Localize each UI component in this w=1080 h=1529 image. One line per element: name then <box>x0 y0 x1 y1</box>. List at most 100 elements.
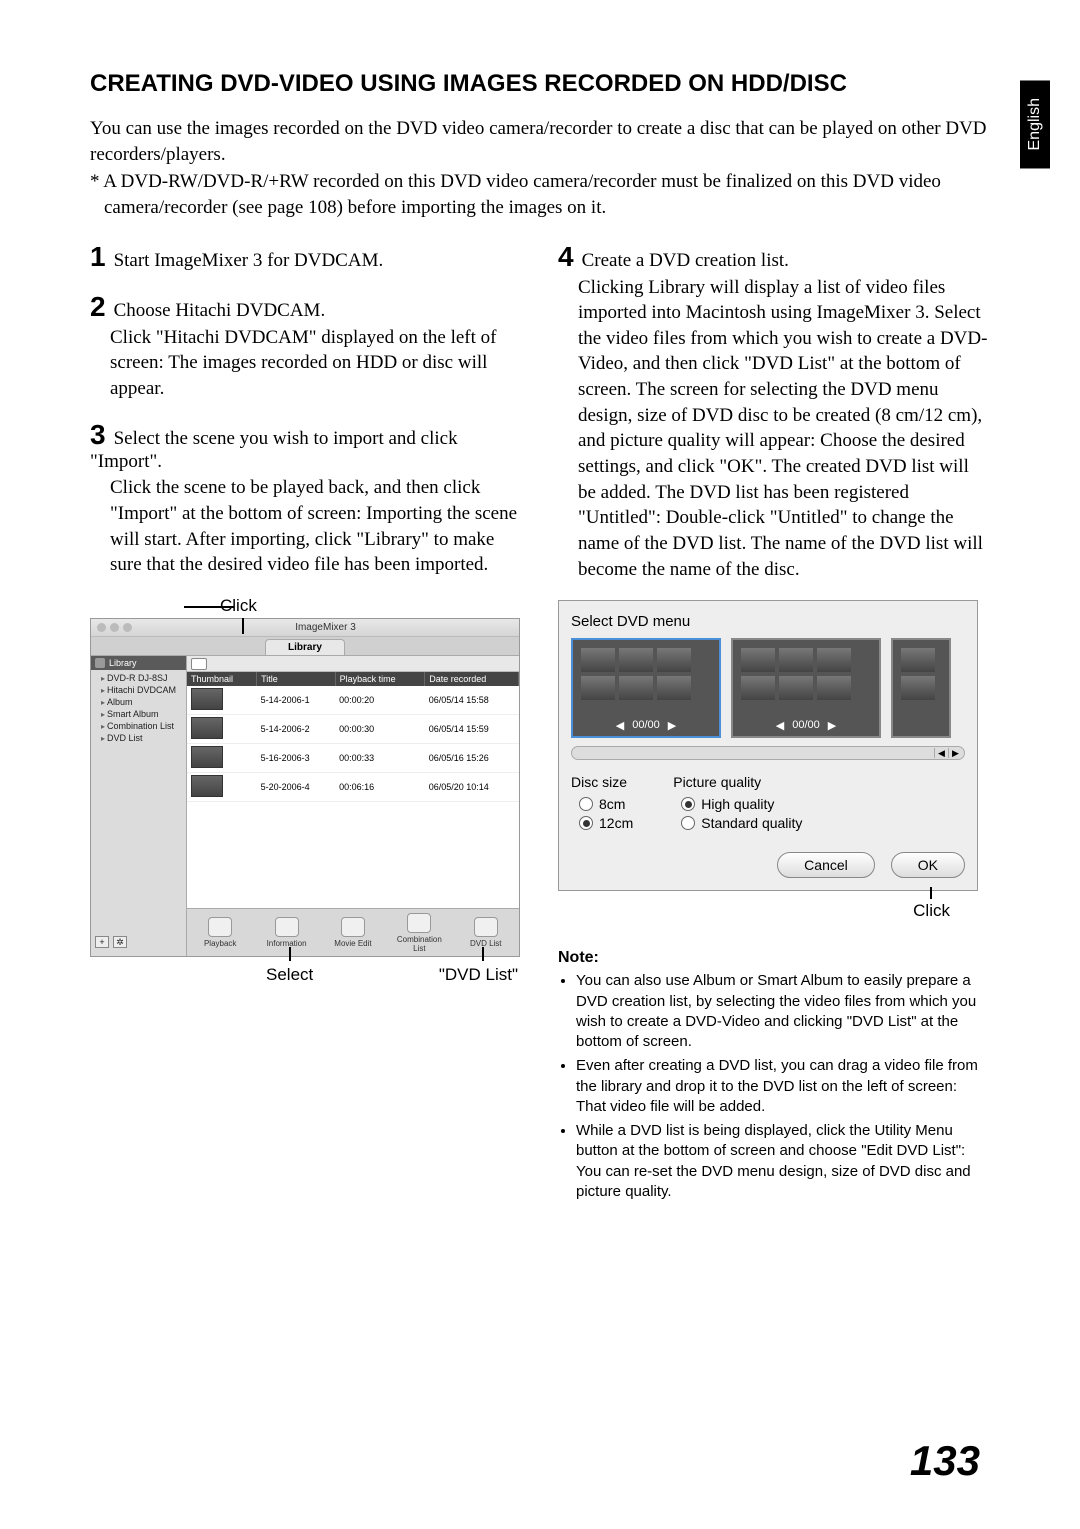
step-number: 3 <box>90 419 106 451</box>
step-lead: Start ImageMixer 3 for DVDCAM. <box>114 250 384 271</box>
note-item: Even after creating a DVD list, you can … <box>576 1056 990 1117</box>
step-number: 2 <box>90 291 106 323</box>
dvd-list-button[interactable]: DVD List <box>458 917 514 948</box>
window-titlebar: ImageMixer 3 <box>91 619 519 637</box>
thumbnail-icon <box>191 775 223 797</box>
col-title[interactable]: Title <box>257 672 336 686</box>
language-tab: English <box>1020 80 1050 168</box>
prev-icon: ◀ <box>616 719 624 732</box>
step-4: 4 Create a DVD creation list. Clicking L… <box>558 241 990 583</box>
table-row[interactable]: 5-16-2006-300:00:3306/05/16 15:26 <box>187 744 519 773</box>
callout-dvdlist: "DVD List" <box>439 965 518 985</box>
bottom-toolbar: Playback Information Movie Edit Combinat… <box>187 908 519 956</box>
thumbnail-icon <box>191 688 223 710</box>
library-screenshot: Click ImageMixer 3 Library Library DVD-R <box>90 596 522 985</box>
radio-12cm[interactable]: 12cm <box>579 815 633 831</box>
step-body: Clicking Library will display a list of … <box>578 275 990 583</box>
library-icon <box>95 658 105 668</box>
left-column: 1 Start ImageMixer 3 for DVDCAM. 2 Choos… <box>90 241 522 1206</box>
radio-icon <box>579 816 593 830</box>
table-row[interactable]: 5-14-2006-200:00:3006/05/14 15:59 <box>187 715 519 744</box>
right-column: 4 Create a DVD creation list. Clicking L… <box>558 241 990 1206</box>
step-number: 4 <box>558 241 574 273</box>
radio-icon <box>681 816 695 830</box>
callout-select: Select <box>266 965 313 985</box>
playback-button[interactable]: Playback <box>192 917 248 948</box>
step-body: Click the scene to be played back, and t… <box>110 475 522 578</box>
disc-size-label: Disc size <box>571 774 633 790</box>
list-icon <box>407 913 431 933</box>
dvd-menu-dialog: Select DVD menu ◀00/00▶ ◀00/00▶ ◀▶ <box>558 600 978 891</box>
step-lead: Choose Hitachi DVDCAM. <box>114 300 326 321</box>
scissors-icon <box>341 917 365 937</box>
play-icon <box>208 917 232 937</box>
radio-high-quality[interactable]: High quality <box>681 796 802 812</box>
step-3: 3 Select the scene you wish to import an… <box>90 419 522 578</box>
col-date-recorded[interactable]: Date recorded <box>425 672 519 686</box>
view-mode-icon[interactable] <box>191 658 207 670</box>
step-lead: Create a DVD creation list. <box>582 250 789 271</box>
step-2: 2 Choose Hitachi DVDCAM. Click "Hitachi … <box>90 291 522 402</box>
intro-paragraph: You can use the images recorded on the D… <box>90 116 990 167</box>
information-button[interactable]: Information <box>259 917 315 948</box>
disc-size-group: Disc size 8cm 12cm <box>571 774 633 834</box>
dialog-header: Select DVD menu <box>571 613 965 630</box>
library-table: Thumbnail Title Playback time Date recor… <box>187 672 519 802</box>
thumbnail-icon <box>191 746 223 768</box>
tab-bar: Library <box>91 637 519 656</box>
step-number: 1 <box>90 241 106 273</box>
ok-button[interactable]: OK <box>891 852 965 878</box>
note-item: You can also use Album or Smart Album to… <box>576 971 990 1052</box>
callout-click: Click <box>220 596 522 616</box>
manual-page: English CREATING DVD-VIDEO USING IMAGES … <box>0 0 1080 1529</box>
next-icon: ▶ <box>828 719 836 732</box>
sidebar-item[interactable]: DVD-R DJ-8SJ <box>101 672 184 684</box>
prev-icon: ◀ <box>776 719 784 732</box>
disc-icon <box>474 917 498 937</box>
tab-library[interactable]: Library <box>265 639 345 655</box>
radio-8cm[interactable]: 8cm <box>579 796 633 812</box>
traffic-lights-icon[interactable] <box>91 623 132 632</box>
picture-quality-label: Picture quality <box>673 774 802 790</box>
intro-footnote: * A DVD-RW/DVD-R/+RW recorded on this DV… <box>90 169 990 220</box>
library-main: Thumbnail Title Playback time Date recor… <box>187 656 519 956</box>
step-1: 1 Start ImageMixer 3 for DVDCAM. <box>90 241 522 273</box>
picture-quality-group: Picture quality High quality Standard qu… <box>673 774 802 834</box>
info-icon <box>275 917 299 937</box>
scroll-left-icon[interactable]: ◀ <box>934 748 948 758</box>
next-icon: ▶ <box>668 719 676 732</box>
sidebar-item[interactable]: Combination List <box>101 720 184 732</box>
page-title: CREATING DVD-VIDEO USING IMAGES RECORDED… <box>90 70 990 98</box>
combination-list-button[interactable]: Combination List <box>391 913 447 953</box>
menu-preview[interactable]: ◀00/00▶ <box>731 638 881 738</box>
sidebar-item[interactable]: DVD List <box>101 732 184 744</box>
cancel-button[interactable]: Cancel <box>777 852 875 878</box>
window-title: ImageMixer 3 <box>132 622 519 633</box>
radio-standard-quality[interactable]: Standard quality <box>681 815 802 831</box>
col-thumbnail[interactable]: Thumbnail <box>187 672 257 686</box>
table-row[interactable]: 5-14-2006-100:00:2006/05/14 15:58 <box>187 686 519 715</box>
radio-icon <box>579 797 593 811</box>
menu-preview[interactable] <box>891 638 951 738</box>
page-number: 133 <box>910 1437 980 1485</box>
step-body: Click "Hitachi DVDCAM" displayed on the … <box>110 325 522 402</box>
scroll-right-icon[interactable]: ▶ <box>948 748 962 758</box>
note-block: Note: You can also use Album or Smart Al… <box>558 949 990 1202</box>
sidebar: Library DVD-R DJ-8SJ Hitachi DVDCAM Albu… <box>91 656 187 956</box>
gear-icon[interactable]: ✲ <box>113 936 127 948</box>
sidebar-item[interactable]: Hitachi DVDCAM <box>101 684 184 696</box>
thumbnail-icon <box>191 717 223 739</box>
sidebar-section-header[interactable]: Library <box>91 656 186 670</box>
note-item: While a DVD list is being displayed, cli… <box>576 1121 990 1202</box>
add-button[interactable]: + <box>95 936 109 948</box>
intro-block: You can use the images recorded on the D… <box>90 116 990 221</box>
sidebar-item[interactable]: Smart Album <box>101 708 184 720</box>
step-lead: Select the scene you wish to import and … <box>90 428 458 472</box>
sidebar-item[interactable]: Album <box>101 696 184 708</box>
horizontal-scrollbar[interactable]: ◀▶ <box>571 746 965 760</box>
menu-preview[interactable]: ◀00/00▶ <box>571 638 721 738</box>
col-playback-time[interactable]: Playback time <box>335 672 425 686</box>
note-heading: Note: <box>558 949 990 967</box>
table-row[interactable]: 5-20-2006-400:06:1606/05/20 10:14 <box>187 773 519 802</box>
movie-edit-button[interactable]: Movie Edit <box>325 917 381 948</box>
